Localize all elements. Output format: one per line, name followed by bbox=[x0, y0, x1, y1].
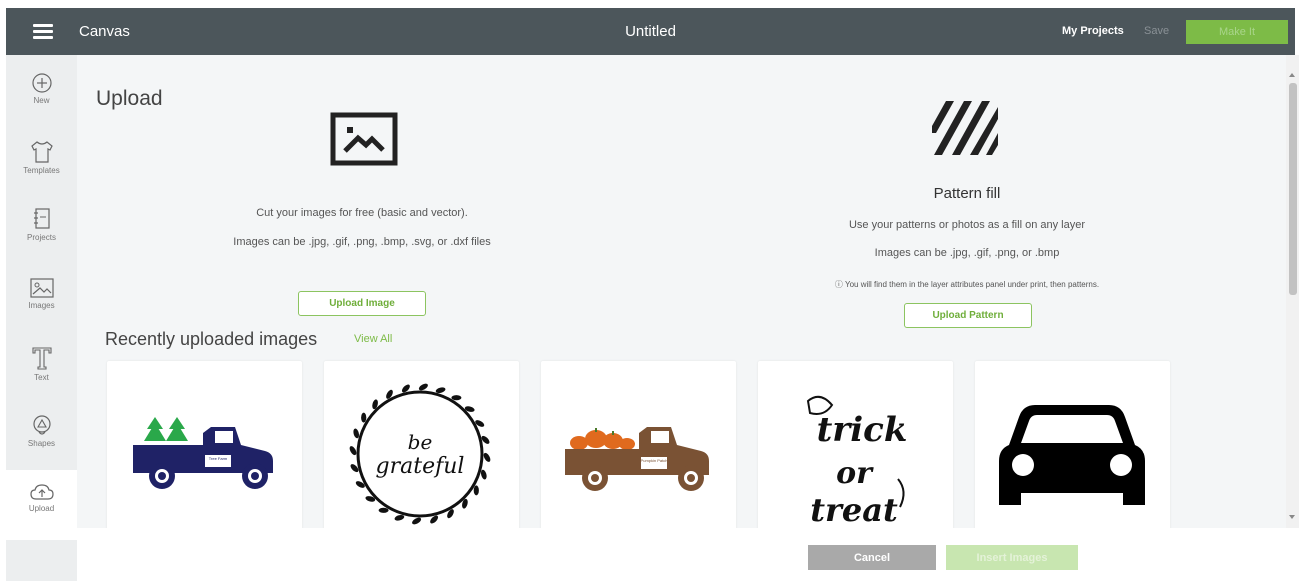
scroll-up-arrow-icon[interactable] bbox=[1289, 73, 1295, 77]
upload-panel: Upload Cut your images for free (basic a… bbox=[77, 55, 1286, 528]
make-it-button[interactable]: Make It bbox=[1186, 20, 1288, 44]
sidebar-item-templates[interactable]: Templates bbox=[6, 140, 77, 175]
my-projects-link[interactable]: My Projects bbox=[1062, 25, 1124, 37]
upload-heading: Upload bbox=[96, 87, 163, 110]
sidebar-label-new: New bbox=[33, 96, 50, 105]
trick-or-treat-image: trick or treat bbox=[806, 395, 908, 528]
upload-pattern-button[interactable]: Upload Pattern bbox=[904, 303, 1032, 328]
sidebar-label-projects: Projects bbox=[27, 233, 56, 242]
upload-description-line2: Images can be .jpg, .gif, .png, .bmp, .s… bbox=[233, 236, 491, 248]
insert-images-button[interactable]: Insert Images bbox=[946, 545, 1078, 570]
treat-text: treat bbox=[810, 491, 898, 528]
footer-bar: Cancel Insert Images bbox=[77, 528, 1299, 581]
wreath-text-line2: grateful bbox=[376, 454, 465, 479]
text-icon bbox=[31, 347, 52, 370]
car-silhouette-image bbox=[999, 405, 1145, 505]
image-icon bbox=[29, 278, 54, 298]
projects-icon bbox=[33, 208, 50, 229]
wreath-leaf bbox=[412, 517, 422, 525]
pattern-description-line2: Images can be .jpg, .gif, .png, or .bmp bbox=[874, 247, 1060, 259]
truck-sign-text: Tree Farm bbox=[209, 456, 228, 461]
pattern-fill-title: Pattern fill bbox=[933, 185, 1001, 202]
sidebar-item-new[interactable]: New bbox=[6, 72, 77, 105]
tree-farm-truck-image: Tree Farm bbox=[133, 417, 273, 489]
wreath-leaf bbox=[378, 507, 389, 513]
recent-image-car-silhouette[interactable] bbox=[975, 361, 1170, 528]
view-all-link[interactable]: View All bbox=[354, 333, 392, 345]
pumpkin-patch-truck-image: Pumpkin Patch bbox=[565, 427, 709, 491]
or-text: or bbox=[836, 456, 874, 491]
be-grateful-image: be grateful bbox=[349, 383, 491, 525]
wreath-leaf bbox=[349, 446, 357, 456]
recent-uploads-title: Recently uploaded images bbox=[105, 329, 318, 349]
wreath-text-line1: be bbox=[408, 430, 433, 454]
vertical-scrollbar[interactable] bbox=[1286, 55, 1299, 528]
pattern-description-line1: Use your patterns or photos as a fill on… bbox=[848, 219, 1085, 231]
recent-image-tree-farm-truck[interactable]: Tree Farm bbox=[107, 361, 302, 528]
pattern-fill-icon bbox=[932, 101, 998, 155]
shirt-icon bbox=[30, 141, 53, 163]
scroll-down-arrow-icon[interactable] bbox=[1289, 515, 1295, 519]
sidebar-label-shapes: Shapes bbox=[27, 439, 56, 448]
upload-description-line1: Cut your images for free (basic and vect… bbox=[256, 207, 468, 219]
sidebar-label-text: Text bbox=[34, 373, 49, 382]
save-button[interactable]: Save bbox=[1144, 25, 1169, 37]
wreath-leaf bbox=[451, 395, 462, 401]
sidebar-label-upload: Upload bbox=[28, 504, 55, 513]
sidebar-label-images: Images bbox=[28, 301, 55, 310]
upload-image-button[interactable]: Upload Image bbox=[298, 291, 426, 316]
sidebar-item-upload[interactable]: Upload bbox=[6, 470, 77, 540]
sidebar-label-templates: Templates bbox=[23, 166, 60, 175]
sidebar-item-text[interactable]: Text bbox=[6, 345, 77, 382]
pattern-info-note: ⓘ You will find them in the layer attrib… bbox=[834, 280, 1100, 289]
sidebar-item-shapes[interactable]: Shapes bbox=[6, 413, 77, 448]
wreath-leaf bbox=[418, 383, 428, 391]
sidebar-item-images[interactable]: Images bbox=[6, 277, 77, 310]
top-bar: Canvas Untitled My Projects Save Make It bbox=[6, 8, 1295, 55]
recent-image-trick-or-treat[interactable]: trick or treat bbox=[758, 361, 953, 528]
wreath-leaf bbox=[483, 452, 491, 462]
cancel-button[interactable]: Cancel bbox=[808, 545, 936, 570]
wreath-leaf bbox=[361, 412, 367, 423]
truck-sign-text-pumpkin: Pumpkin Patch bbox=[641, 458, 668, 463]
scrollbar-thumb[interactable] bbox=[1289, 83, 1297, 295]
sidebar-item-projects[interactable]: Projects bbox=[6, 207, 77, 242]
upload-image-icon bbox=[330, 112, 398, 166]
upload-cloud-icon bbox=[29, 484, 54, 500]
shapes-icon bbox=[32, 415, 51, 435]
wreath-leaf bbox=[473, 485, 479, 496]
plus-circle-icon bbox=[31, 73, 52, 93]
sidebar: New Templates Projects Images Text Shape… bbox=[6, 55, 77, 581]
trick-text: trick bbox=[817, 410, 908, 450]
recent-image-pumpkin-patch-truck[interactable]: Pumpkin Patch bbox=[541, 361, 736, 528]
recent-image-be-grateful-wreath[interactable]: be grateful bbox=[324, 361, 519, 528]
